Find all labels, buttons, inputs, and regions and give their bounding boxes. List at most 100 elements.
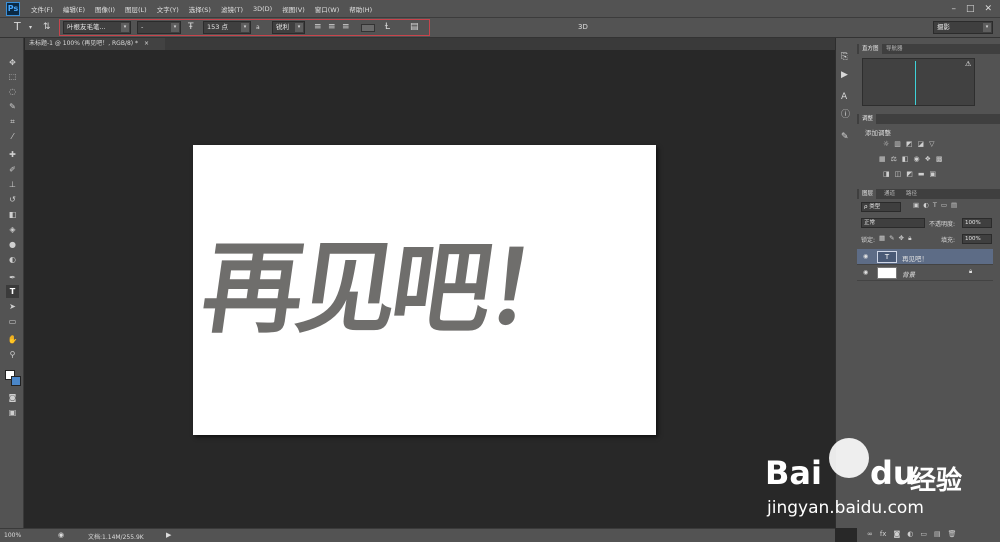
lasso-tool-icon[interactable]: ◌: [6, 85, 19, 98]
paint-bucket-tool-icon[interactable]: ◈: [6, 223, 19, 236]
curves-icon[interactable]: ◩: [906, 140, 913, 148]
fill-input[interactable]: 100%: [962, 234, 992, 244]
status-info-icon[interactable]: ◉: [58, 531, 64, 539]
path-select-tool-icon[interactable]: ➤: [6, 300, 19, 313]
healing-brush-tool-icon[interactable]: ✚: [6, 148, 19, 161]
tab-adjustments[interactable]: 调整: [859, 114, 877, 124]
character-panel-icon[interactable]: A: [841, 92, 847, 102]
chevron-down-icon[interactable]: ▾: [29, 23, 32, 33]
menu-file[interactable]: 文件(F): [26, 4, 58, 14]
quick-select-tool-icon[interactable]: ✎: [6, 100, 19, 113]
maximize-icon[interactable]: □: [966, 4, 975, 14]
eraser-tool-icon[interactable]: ◧: [6, 208, 19, 221]
type-filter-icon[interactable]: T: [933, 201, 937, 209]
channel-mixer-icon[interactable]: ❖: [925, 155, 931, 163]
text-orientation-icon[interactable]: ⇅: [43, 22, 51, 32]
crop-tool-icon[interactable]: ⌗: [6, 115, 19, 128]
visibility-eye-icon[interactable]: ◉: [863, 253, 868, 260]
pixel-filter-icon[interactable]: ▣: [913, 201, 919, 209]
status-menu-arrow-icon[interactable]: ▶: [166, 531, 171, 539]
delete-layer-icon[interactable]: 🗑︎: [948, 530, 957, 538]
font-family-select[interactable]: 叶根友毛笔... ▾: [63, 21, 131, 34]
lock-pixels-icon[interactable]: ✎: [889, 234, 894, 243]
info-panel-icon[interactable]: ⓘ: [841, 110, 850, 120]
tab-channels[interactable]: 通道: [881, 189, 898, 199]
blur-tool-icon[interactable]: ●: [6, 238, 19, 251]
hand-tool-icon[interactable]: ✋: [6, 333, 19, 346]
threshold-icon[interactable]: ◩: [906, 170, 913, 178]
character-panel-icon[interactable]: ▤: [410, 22, 419, 32]
text-color-swatch[interactable]: [361, 24, 375, 32]
align-left-icon[interactable]: ≡: [314, 22, 322, 32]
menu-3d[interactable]: 3D(D): [248, 5, 277, 13]
lock-all-icon[interactable]: 🔒︎: [908, 234, 911, 243]
align-center-icon[interactable]: ≡: [328, 22, 336, 32]
history-panel-icon[interactable]: ⎘: [841, 52, 848, 62]
menu-help[interactable]: 帮助(H): [344, 4, 377, 14]
opacity-input[interactable]: 100%: [962, 218, 992, 228]
font-style-select[interactable]: - ▾: [137, 21, 181, 34]
brightness-icon[interactable]: ☼: [883, 140, 889, 148]
type-tool-icon[interactable]: T: [6, 285, 19, 298]
minimize-icon[interactable]: –: [951, 4, 956, 14]
gradient-map-icon[interactable]: ▬: [918, 170, 925, 178]
tool-presets-icon[interactable]: ✎: [841, 132, 849, 142]
dodge-tool-icon[interactable]: ◐: [6, 253, 19, 266]
document-tab[interactable]: 未标题-1 @ 100% (再见吧！, RGB/8) * ×: [25, 38, 165, 50]
shape-tool-icon[interactable]: ▭: [6, 315, 19, 328]
adjustment-filter-icon[interactable]: ◐: [923, 201, 929, 209]
photo-filter-icon[interactable]: ◉: [914, 155, 920, 163]
shape-filter-icon[interactable]: ▭: [941, 201, 947, 209]
menu-type[interactable]: 文字(Y): [152, 4, 184, 14]
selective-color-icon[interactable]: ▣: [930, 170, 937, 178]
smart-filter-icon[interactable]: ▤: [951, 201, 957, 209]
document-canvas[interactable]: 再见吧！: [193, 145, 656, 435]
black-white-icon[interactable]: ◧: [902, 155, 909, 163]
anti-alias-select[interactable]: 锐利 ▾: [272, 21, 305, 34]
close-window-icon[interactable]: ✕: [984, 4, 992, 14]
layer-kind-filter[interactable]: ρ 类型: [861, 202, 901, 212]
hue-saturation-icon[interactable]: ▦: [879, 155, 886, 163]
clone-stamp-tool-icon[interactable]: ⊥: [6, 178, 19, 191]
align-right-icon[interactable]: ≡: [342, 22, 350, 32]
color-balance-icon[interactable]: ⚖: [891, 155, 897, 163]
layer-row[interactable]: ◉ T 再见吧！: [857, 249, 993, 265]
add-mask-icon[interactable]: ◙: [893, 530, 900, 538]
tab-layers[interactable]: 图层: [859, 189, 877, 199]
eyedropper-tool-icon[interactable]: ⁄: [6, 130, 19, 143]
menu-image[interactable]: 图像(I): [90, 4, 120, 14]
brush-tool-icon[interactable]: ✐: [6, 163, 19, 176]
tab-histogram[interactable]: 直方图: [859, 44, 882, 54]
menu-edit[interactable]: 编辑(E): [58, 4, 90, 14]
menu-layer[interactable]: 图层(L): [120, 4, 152, 14]
vibrance-icon[interactable]: ▽: [929, 140, 934, 148]
pen-tool-icon[interactable]: ✒: [6, 271, 19, 284]
warning-icon[interactable]: ⚠: [965, 60, 971, 68]
history-brush-tool-icon[interactable]: ↺: [6, 193, 19, 206]
exposure-icon[interactable]: ◪: [918, 140, 925, 148]
tab-paths[interactable]: 路径: [903, 189, 920, 199]
levels-icon[interactable]: ▥: [894, 140, 901, 148]
close-tab-icon[interactable]: ×: [144, 40, 149, 47]
zoom-level[interactable]: 100%: [4, 532, 21, 539]
new-layer-icon[interactable]: ▤: [934, 530, 941, 538]
menu-window[interactable]: 窗口(W): [310, 4, 345, 14]
workspace-select[interactable]: 摄影 ▾: [933, 21, 993, 34]
move-tool-icon[interactable]: ✥: [6, 56, 19, 69]
layer-row[interactable]: ◉ 背景 🔒︎: [857, 265, 993, 281]
new-adjustment-icon[interactable]: ◐: [907, 530, 913, 538]
visibility-eye-icon[interactable]: ◉: [863, 269, 868, 276]
tab-navigator[interactable]: 导航器: [883, 44, 906, 54]
3d-mode-label[interactable]: 3D: [578, 23, 588, 31]
marquee-tool-icon[interactable]: ⬚: [6, 70, 19, 83]
menu-view[interactable]: 视图(V): [277, 4, 310, 14]
screen-mode-icon[interactable]: ▣: [6, 406, 19, 419]
warp-text-icon[interactable]: Ɫ: [385, 22, 390, 32]
layer-style-icon[interactable]: fx: [880, 530, 887, 538]
zoom-tool-icon[interactable]: ⚲: [6, 348, 19, 361]
font-size-select[interactable]: 153 点 ▾: [203, 21, 251, 34]
color-lookup-icon[interactable]: ▩: [936, 155, 943, 163]
lock-position-icon[interactable]: ✥: [899, 234, 904, 243]
actions-panel-icon[interactable]: ▶: [841, 70, 848, 80]
lock-transparency-icon[interactable]: ▦: [879, 234, 885, 243]
